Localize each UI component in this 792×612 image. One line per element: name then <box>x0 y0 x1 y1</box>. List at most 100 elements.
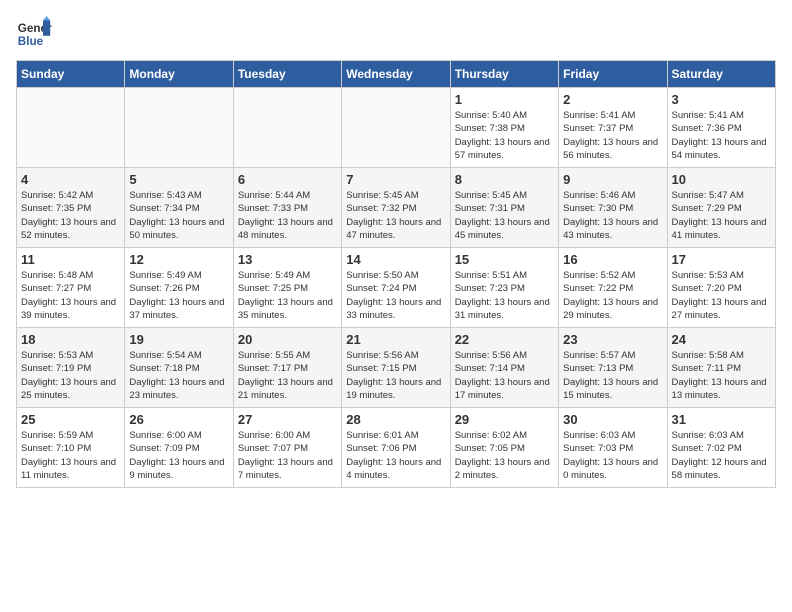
day-number: 27 <box>238 412 337 427</box>
day-info: Sunrise: 5:41 AMSunset: 7:37 PMDaylight:… <box>563 109 662 162</box>
day-number: 4 <box>21 172 120 187</box>
day-number: 23 <box>563 332 662 347</box>
day-number: 19 <box>129 332 228 347</box>
calendar-day-cell: 19Sunrise: 5:54 AMSunset: 7:18 PMDayligh… <box>125 328 233 408</box>
calendar-day-cell: 24 Sunrise: 5:58 AMSunset: 7:11 PMDayligh… <box>667 328 775 408</box>
day-number: 22 <box>455 332 554 347</box>
day-number: 8 <box>455 172 554 187</box>
day-info: Sunrise: 6:00 AMSunset: 7:09 PMDaylight:… <box>129 429 228 482</box>
calendar-day-cell <box>125 88 233 168</box>
weekday-header-row: SundayMondayTuesdayWednesdayThursdayFrid… <box>17 61 776 88</box>
calendar-table: SundayMondayTuesdayWednesdayThursdayFrid… <box>16 60 776 488</box>
weekday-header-wednesday: Wednesday <box>342 61 450 88</box>
day-info: Sunrise: 6:03 AMSunset: 7:03 PMDaylight:… <box>563 429 662 482</box>
calendar-day-cell: 26 Sunrise: 6:00 AMSunset: 7:09 PMDayligh… <box>125 408 233 488</box>
day-number: 10 <box>672 172 771 187</box>
day-info: Sunrise: 5:56 AMSunset: 7:15 PMDaylight:… <box>346 349 445 402</box>
calendar-day-cell: 29 Sunrise: 6:02 AMSunset: 7:05 PMDayligh… <box>450 408 558 488</box>
calendar-day-cell: 14 Sunrise: 5:50 AMSunset: 7:24 PMDayligh… <box>342 248 450 328</box>
calendar-day-cell: 31Sunrise: 6:03 AMSunset: 7:02 PMDayligh… <box>667 408 775 488</box>
page-header: General Blue <box>16 16 776 52</box>
day-number: 29 <box>455 412 554 427</box>
svg-text:Blue: Blue <box>18 35 44 48</box>
day-info: Sunrise: 5:49 AMSunset: 7:26 PMDaylight:… <box>129 269 228 322</box>
day-info: Sunrise: 5:47 AMSunset: 7:29 PMDaylight:… <box>672 189 771 242</box>
calendar-day-cell: 10 Sunrise: 5:47 AMSunset: 7:29 PMDayligh… <box>667 168 775 248</box>
day-number: 3 <box>672 92 771 107</box>
calendar-day-cell: 27 Sunrise: 6:00 AMSunset: 7:07 PMDayligh… <box>233 408 341 488</box>
day-number: 21 <box>346 332 445 347</box>
day-number: 20 <box>238 332 337 347</box>
calendar-day-cell: 21 Sunrise: 5:56 AMSunset: 7:15 PMDayligh… <box>342 328 450 408</box>
day-info: Sunrise: 5:43 AMSunset: 7:34 PMDaylight:… <box>129 189 228 242</box>
calendar-day-cell <box>233 88 341 168</box>
calendar-day-cell: 11 Sunrise: 5:48 AMSunset: 7:27 PMDayligh… <box>17 248 125 328</box>
day-info: Sunrise: 5:45 AMSunset: 7:32 PMDaylight:… <box>346 189 445 242</box>
day-number: 13 <box>238 252 337 267</box>
day-number: 9 <box>563 172 662 187</box>
day-number: 25 <box>21 412 120 427</box>
calendar-day-cell <box>342 88 450 168</box>
day-info: Sunrise: 5:46 AMSunset: 7:30 PMDaylight:… <box>563 189 662 242</box>
calendar-day-cell: 8 Sunrise: 5:45 AMSunset: 7:31 PMDaylight… <box>450 168 558 248</box>
calendar-day-cell: 2 Sunrise: 5:41 AMSunset: 7:37 PMDaylight… <box>559 88 667 168</box>
day-number: 16 <box>563 252 662 267</box>
calendar-day-cell: 1 Sunrise: 5:40 AMSunset: 7:38 PMDaylight… <box>450 88 558 168</box>
day-info: Sunrise: 6:02 AMSunset: 7:05 PMDaylight:… <box>455 429 554 482</box>
day-info: Sunrise: 5:41 AMSunset: 7:36 PMDaylight:… <box>672 109 771 162</box>
calendar-week-row: 11 Sunrise: 5:48 AMSunset: 7:27 PMDayligh… <box>17 248 776 328</box>
logo: General Blue <box>16 16 56 52</box>
weekday-header-friday: Friday <box>559 61 667 88</box>
day-number: 17 <box>672 252 771 267</box>
calendar-day-cell: 4Sunrise: 5:42 AMSunset: 7:35 PMDaylight… <box>17 168 125 248</box>
day-info: Sunrise: 5:52 AMSunset: 7:22 PMDaylight:… <box>563 269 662 322</box>
day-info: Sunrise: 5:56 AMSunset: 7:14 PMDaylight:… <box>455 349 554 402</box>
calendar-day-cell: 17Sunrise: 5:53 AMSunset: 7:20 PMDayligh… <box>667 248 775 328</box>
logo-icon: General Blue <box>16 16 52 52</box>
calendar-day-cell: 15Sunrise: 5:51 AMSunset: 7:23 PMDayligh… <box>450 248 558 328</box>
calendar-day-cell: 23 Sunrise: 5:57 AMSunset: 7:13 PMDayligh… <box>559 328 667 408</box>
calendar-day-cell <box>17 88 125 168</box>
day-number: 11 <box>21 252 120 267</box>
day-number: 26 <box>129 412 228 427</box>
day-number: 30 <box>563 412 662 427</box>
day-number: 7 <box>346 172 445 187</box>
day-info: Sunrise: 5:48 AMSunset: 7:27 PMDaylight:… <box>21 269 120 322</box>
day-info: Sunrise: 5:55 AMSunset: 7:17 PMDaylight:… <box>238 349 337 402</box>
calendar-day-cell: 20 Sunrise: 5:55 AMSunset: 7:17 PMDayligh… <box>233 328 341 408</box>
calendar-day-cell: 9 Sunrise: 5:46 AMSunset: 7:30 PMDaylight… <box>559 168 667 248</box>
calendar-week-row: 18 Sunrise: 5:53 AMSunset: 7:19 PMDayligh… <box>17 328 776 408</box>
day-number: 31 <box>672 412 771 427</box>
day-number: 6 <box>238 172 337 187</box>
day-info: Sunrise: 5:58 AMSunset: 7:11 PMDaylight:… <box>672 349 771 402</box>
day-number: 18 <box>21 332 120 347</box>
day-info: Sunrise: 5:40 AMSunset: 7:38 PMDaylight:… <box>455 109 554 162</box>
calendar-day-cell: 3 Sunrise: 5:41 AMSunset: 7:36 PMDaylight… <box>667 88 775 168</box>
day-number: 1 <box>455 92 554 107</box>
calendar-day-cell: 7 Sunrise: 5:45 AMSunset: 7:32 PMDaylight… <box>342 168 450 248</box>
day-info: Sunrise: 5:49 AMSunset: 7:25 PMDaylight:… <box>238 269 337 322</box>
day-number: 14 <box>346 252 445 267</box>
day-number: 24 <box>672 332 771 347</box>
weekday-header-tuesday: Tuesday <box>233 61 341 88</box>
day-info: Sunrise: 5:57 AMSunset: 7:13 PMDaylight:… <box>563 349 662 402</box>
weekday-header-sunday: Sunday <box>17 61 125 88</box>
calendar-day-cell: 12Sunrise: 5:49 AMSunset: 7:26 PMDayligh… <box>125 248 233 328</box>
weekday-header-thursday: Thursday <box>450 61 558 88</box>
weekday-header-saturday: Saturday <box>667 61 775 88</box>
day-number: 2 <box>563 92 662 107</box>
day-info: Sunrise: 5:44 AMSunset: 7:33 PMDaylight:… <box>238 189 337 242</box>
day-number: 5 <box>129 172 228 187</box>
calendar-day-cell: 5 Sunrise: 5:43 AMSunset: 7:34 PMDaylight… <box>125 168 233 248</box>
calendar-day-cell: 30 Sunrise: 6:03 AMSunset: 7:03 PMDayligh… <box>559 408 667 488</box>
calendar-day-cell: 22 Sunrise: 5:56 AMSunset: 7:14 PMDayligh… <box>450 328 558 408</box>
day-info: Sunrise: 5:53 AMSunset: 7:19 PMDaylight:… <box>21 349 120 402</box>
day-info: Sunrise: 6:01 AMSunset: 7:06 PMDaylight:… <box>346 429 445 482</box>
day-info: Sunrise: 5:51 AMSunset: 7:23 PMDaylight:… <box>455 269 554 322</box>
day-info: Sunrise: 5:50 AMSunset: 7:24 PMDaylight:… <box>346 269 445 322</box>
calendar-day-cell: 28Sunrise: 6:01 AMSunset: 7:06 PMDayligh… <box>342 408 450 488</box>
weekday-header-monday: Monday <box>125 61 233 88</box>
day-info: Sunrise: 5:45 AMSunset: 7:31 PMDaylight:… <box>455 189 554 242</box>
day-info: Sunrise: 5:59 AMSunset: 7:10 PMDaylight:… <box>21 429 120 482</box>
day-info: Sunrise: 6:00 AMSunset: 7:07 PMDaylight:… <box>238 429 337 482</box>
